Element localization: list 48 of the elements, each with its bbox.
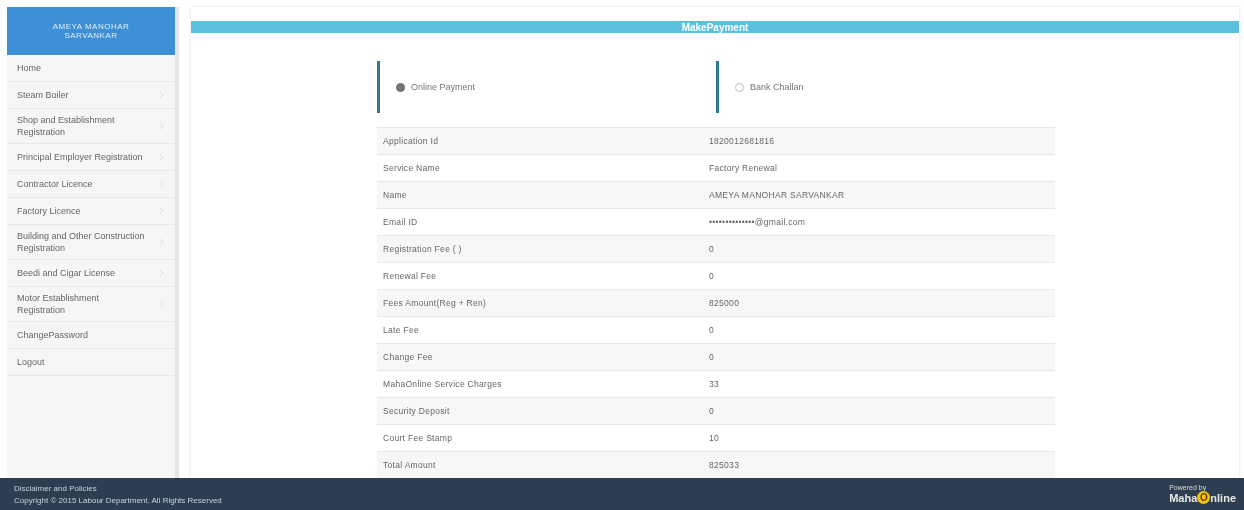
table-cell-text: ••••••••••••••@gmail.com: [708, 217, 806, 227]
sidebar-item[interactable]: Motor Establishment Registration: [7, 287, 175, 322]
table-cell-text: 1820012681816: [708, 136, 775, 146]
radio-button[interactable]: [396, 82, 405, 92]
sidebar-item[interactable]: Building and Other Construction Registration: [7, 225, 175, 260]
table-cell-text: Email ID: [382, 217, 419, 227]
table-cell-text: Service Name: [382, 163, 441, 173]
copyright-text: Copyright © 2015 Labour Department. All Rights Reserved: [14, 495, 222, 505]
option-label: Online Payment: [411, 82, 476, 92]
table-cell-text: Renewal Fee: [382, 271, 438, 281]
sidebar-item[interactable]: Shop and Establishment Registration: [7, 109, 175, 144]
page-title: MakePayment: [681, 21, 749, 33]
table-cell-text: 0: [708, 271, 715, 281]
sidebar-item[interactable]: Steam Boiler: [7, 82, 175, 109]
sidebar-item[interactable]: ChangePassword: [7, 322, 175, 349]
table-cell-text: AMEYA MANOHAR SARVANKAR: [708, 190, 845, 200]
table-cell-text: 825033: [708, 460, 740, 470]
user-name: AMEYA MANOHAR SARVANKAR: [51, 22, 131, 40]
table-cell-text: Court Fee Stamp: [382, 433, 454, 443]
sidebar-item[interactable]: Logout: [7, 349, 175, 376]
table-cell-text: 0: [708, 352, 715, 362]
table-cell-text: Factory Renewal: [708, 163, 778, 173]
radio-button[interactable]: [735, 82, 744, 92]
sidebar-item[interactable]: Contractor Licence: [7, 171, 175, 198]
payment-option[interactable]: Bank Challan: [716, 61, 1055, 113]
table-cell-text: 0: [708, 325, 715, 335]
sidebar-item[interactable]: Principal Employer Registration: [7, 144, 175, 171]
table-cell-text: Registration Fee ( ): [382, 244, 463, 254]
table-cell-text: 0: [708, 244, 715, 254]
table-cell-text: Security Deposit: [382, 406, 451, 416]
sidebar-item[interactable]: Home: [7, 55, 175, 82]
table-cell-text: 10: [708, 433, 720, 443]
table-cell-text: 0: [708, 406, 715, 416]
logo-text: Maha O nline: [1169, 491, 1236, 504]
table-cell-text: Late Fee: [382, 325, 420, 335]
table-cell-text: Application Id: [382, 136, 440, 146]
table-cell-text: Fees Amount(Reg + Ren): [382, 298, 488, 308]
table-cell-text: 33: [708, 379, 720, 389]
table-cell-text: 825000: [708, 298, 740, 308]
option-label: Bank Challan: [750, 82, 804, 92]
footer-link[interactable]: Disclaimer and Policies: [14, 483, 222, 493]
table-cell-text: Change Fee: [382, 352, 434, 362]
table-cell-text: MahaOnline Service Charges: [382, 379, 503, 389]
table-cell-text: Total Amount: [382, 460, 437, 470]
table-cell-text: Name: [382, 190, 408, 200]
payment-option[interactable]: Online Payment: [377, 61, 716, 113]
sidebar-item[interactable]: Beedi and Cigar License: [7, 260, 175, 287]
sidebar-item[interactable]: Factory Licence: [7, 198, 175, 225]
